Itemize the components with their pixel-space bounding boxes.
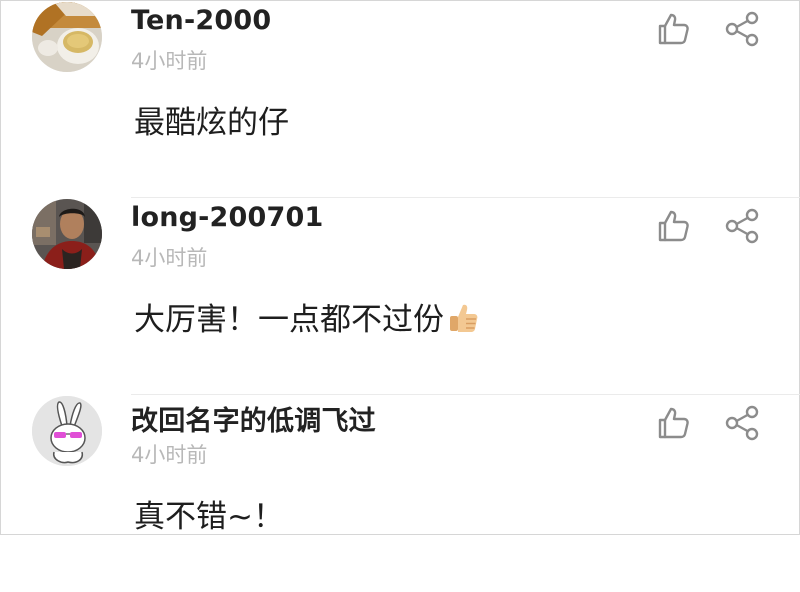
like-button[interactable] [654,207,692,245]
comment-list: Ten-2000 4小时前 最酷炫的仔 long-200701 4小时前 大厉害… [0,0,800,535]
thumbs-up-emoji-icon [446,300,480,342]
comment-time: 4小时前 [131,443,208,467]
thumb-up-outline-icon [658,407,689,439]
comment-time: 4小时前 [131,246,208,270]
share-button[interactable] [722,207,762,245]
avatar[interactable] [32,396,102,466]
avatar[interactable] [32,199,102,269]
rabbit-avatar-image [32,396,102,466]
username[interactable]: long-200701 [131,202,323,233]
comment-time: 4小时前 [131,49,208,73]
share-nodes-icon [725,208,759,244]
comment-text: 大厉害！一点都不过份 [134,302,444,338]
tea-cup-avatar-image [32,2,102,72]
comment-text: 最酷炫的仔 [134,105,289,141]
thumb-up-outline-icon [658,13,689,45]
share-button[interactable] [722,10,762,48]
comment-item: long-200701 4小时前 大厉害！一点都不过份 [1,198,800,395]
share-nodes-icon [725,405,759,441]
like-button[interactable] [654,10,692,48]
avatar[interactable] [32,2,102,72]
man-avatar-image [32,199,102,269]
comment-item: Ten-2000 4小时前 最酷炫的仔 [1,1,800,198]
share-button[interactable] [722,404,762,442]
comment-text-row: 大厉害！一点都不过份 [134,294,480,342]
like-button[interactable] [654,404,692,442]
username[interactable]: 改回名字的低调飞过 [131,399,376,438]
comment-text: 真不错~！ [134,499,284,535]
share-nodes-icon [725,11,759,47]
username[interactable]: Ten-2000 [131,5,271,36]
thumb-up-outline-icon [658,210,689,242]
comment-item: 改回名字的低调飞过 4小时前 真不错~！ [1,395,800,592]
